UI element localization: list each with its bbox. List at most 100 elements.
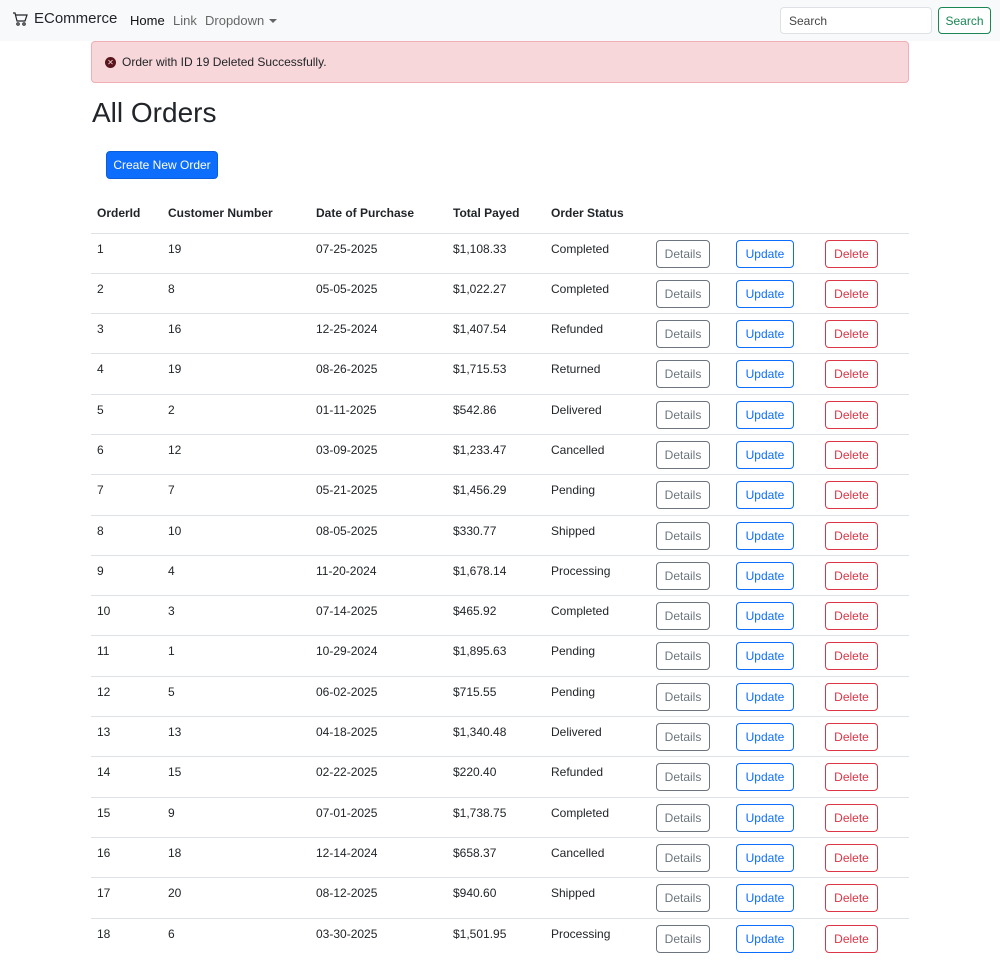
cell-date: 12-14-2024 <box>310 836 447 878</box>
search-button[interactable]: Search <box>938 7 991 34</box>
delete-button[interactable]: Delete <box>825 481 878 510</box>
update-cell: Update <box>730 313 819 354</box>
delete-button[interactable]: Delete <box>825 924 878 953</box>
details-button[interactable]: Details <box>656 843 710 872</box>
create-order-button[interactable]: Create New Order <box>106 151 218 179</box>
details-button[interactable]: Details <box>656 602 710 631</box>
cell-order-id: 13 <box>91 716 162 757</box>
update-button[interactable]: Update <box>736 884 794 913</box>
cell-date: 07-01-2025 <box>310 796 447 838</box>
table-row: 10 3 07-14-2025 $465.92 Completed Details Upda… <box>91 595 909 636</box>
update-button[interactable]: Update <box>736 843 794 872</box>
x-circle-icon: ✕ <box>105 56 116 68</box>
delete-button[interactable]: Delete <box>825 360 878 389</box>
delete-button[interactable]: Delete <box>825 440 878 469</box>
details-cell: Details <box>650 232 730 274</box>
update-cell: Update <box>730 393 819 435</box>
details-cell: Details <box>650 635 730 677</box>
cell-customer-number: 3 <box>162 595 310 636</box>
delete-button[interactable]: Delete <box>825 239 878 268</box>
cart-icon <box>13 11 28 26</box>
details-button[interactable]: Details <box>656 924 710 953</box>
delete-button[interactable]: Delete <box>825 884 878 913</box>
update-button[interactable]: Update <box>736 360 794 389</box>
search-input[interactable] <box>780 7 932 34</box>
update-button[interactable]: Update <box>736 440 794 469</box>
table-row: 5 2 01-11-2025 $542.86 Delivered Details Updat… <box>91 393 909 435</box>
update-button[interactable]: Update <box>736 279 794 308</box>
header-blank <box>730 193 819 233</box>
update-cell: Update <box>730 272 819 314</box>
details-button[interactable]: Details <box>656 279 710 308</box>
delete-cell: Delete <box>819 474 909 516</box>
delete-cell: Delete <box>819 796 909 838</box>
update-button[interactable]: Update <box>736 924 794 953</box>
cell-total: $1,233.47 <box>447 433 545 475</box>
details-button[interactable]: Details <box>656 320 710 349</box>
delete-button[interactable]: Delete <box>825 279 878 308</box>
details-cell: Details <box>650 474 730 516</box>
update-button[interactable]: Update <box>736 521 794 550</box>
cell-total: $542.86 <box>447 393 545 435</box>
details-button[interactable]: Details <box>656 360 710 389</box>
update-cell: Update <box>730 514 819 556</box>
nav-home[interactable]: Home <box>130 13 165 28</box>
update-button[interactable]: Update <box>736 642 794 671</box>
details-button[interactable]: Details <box>656 884 710 913</box>
details-button[interactable]: Details <box>656 400 710 429</box>
delete-button[interactable]: Delete <box>825 521 878 550</box>
details-button[interactable]: Details <box>656 642 710 671</box>
update-button[interactable]: Update <box>736 400 794 429</box>
update-button[interactable]: Update <box>736 763 794 792</box>
delete-button[interactable]: Delete <box>825 642 878 671</box>
delete-button[interactable]: Delete <box>825 803 878 832</box>
cell-total: $1,678.14 <box>447 554 545 596</box>
cell-total: $1,895.63 <box>447 635 545 677</box>
details-button[interactable]: Details <box>656 521 710 550</box>
update-button[interactable]: Update <box>736 561 794 590</box>
cell-status: Refunded <box>545 313 650 354</box>
delete-cell: Delete <box>819 836 909 878</box>
update-button[interactable]: Update <box>736 803 794 832</box>
cell-total: $1,340.48 <box>447 716 545 757</box>
delete-button[interactable]: Delete <box>825 843 878 872</box>
nav-link[interactable]: Link <box>173 13 197 28</box>
cell-total: $1,715.53 <box>447 353 545 395</box>
cell-order-id: 4 <box>91 353 162 395</box>
details-button[interactable]: Details <box>656 682 710 711</box>
cell-total: $715.55 <box>447 675 545 717</box>
brand-name: ECommerce <box>34 10 118 27</box>
update-button[interactable]: Update <box>736 320 794 349</box>
update-button[interactable]: Update <box>736 239 794 268</box>
update-button[interactable]: Update <box>736 723 794 752</box>
update-cell: Update <box>730 635 819 677</box>
header-order-id: OrderId <box>97 205 141 220</box>
details-button[interactable]: Details <box>656 239 710 268</box>
update-cell: Update <box>730 756 819 798</box>
delete-cell: Delete <box>819 353 909 395</box>
update-button[interactable]: Update <box>736 602 794 631</box>
delete-button[interactable]: Delete <box>825 320 878 349</box>
delete-button[interactable]: Delete <box>825 602 878 631</box>
details-button[interactable]: Details <box>656 723 710 752</box>
delete-button[interactable]: Delete <box>825 763 878 792</box>
cell-date: 04-18-2025 <box>310 716 447 757</box>
update-button[interactable]: Update <box>736 481 794 510</box>
brand-link[interactable]: ECommerce <box>12 10 117 27</box>
table-header-row: OrderId Customer Number Date of Purchase… <box>91 193 909 233</box>
delete-button[interactable]: Delete <box>825 561 878 590</box>
nav-dropdown[interactable]: Dropdown <box>205 13 278 28</box>
cell-customer-number: 1 <box>162 635 310 677</box>
update-button[interactable]: Update <box>736 682 794 711</box>
cell-status: Cancelled <box>545 836 650 878</box>
delete-button[interactable]: Delete <box>825 682 878 711</box>
cell-customer-number: 7 <box>162 474 310 516</box>
details-button[interactable]: Details <box>656 763 710 792</box>
details-button[interactable]: Details <box>656 561 710 590</box>
details-button[interactable]: Details <box>656 481 710 510</box>
delete-button[interactable]: Delete <box>825 400 878 429</box>
details-button[interactable]: Details <box>656 803 710 832</box>
delete-cell: Delete <box>819 675 909 717</box>
delete-button[interactable]: Delete <box>825 723 878 752</box>
details-button[interactable]: Details <box>656 440 710 469</box>
